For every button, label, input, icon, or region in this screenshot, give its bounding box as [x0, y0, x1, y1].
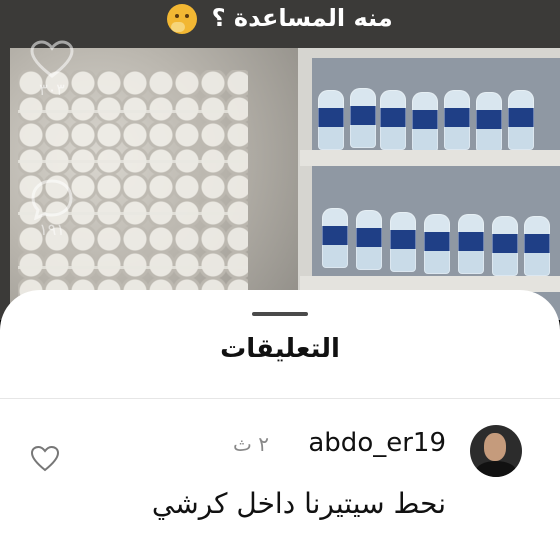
water-bottle: [412, 92, 438, 152]
comment-timestamp: ٢ ث: [233, 432, 269, 456]
comments-sheet: التعليقات abdo_er19 ٢ ث نحط سيتيرنا داخل…: [0, 290, 560, 560]
water-bottle: [356, 210, 382, 270]
water-bottle: [444, 90, 470, 150]
divider: [0, 398, 560, 399]
water-bottle: [476, 92, 502, 152]
comment-username[interactable]: abdo_er19: [308, 428, 446, 458]
shelf-line: [18, 160, 248, 163]
avatar[interactable]: [470, 425, 522, 477]
water-bottle: [322, 208, 348, 268]
water-bottle: [508, 90, 534, 150]
avatar-face: [484, 433, 506, 461]
comment-text: نحط سيتيرنا داخل كرشي: [151, 487, 446, 520]
door-shelf: [300, 150, 560, 166]
avatar-body: [476, 461, 516, 477]
comment-action[interactable]: ١٩١: [26, 178, 78, 239]
thinking-face-icon: [167, 4, 198, 34]
water-bottle: [380, 90, 406, 150]
shelf-line: [18, 110, 248, 113]
water-bottle: [424, 214, 450, 274]
water-bottle: [492, 216, 518, 276]
like-count: ٣٠٣: [39, 80, 65, 99]
water-bottle: [350, 88, 376, 148]
video-caption: منه المساعدة ؟: [0, 4, 560, 34]
shelf-line: [18, 266, 248, 269]
comment-heart-icon[interactable]: [30, 444, 60, 474]
water-bottle: [318, 90, 344, 150]
water-bottle: [524, 216, 550, 276]
comment-count: ١٩١: [39, 220, 65, 239]
video-caption-text: منه المساعدة ؟: [211, 4, 393, 32]
comment-bubble-icon: [31, 179, 73, 220]
water-bottle: [390, 212, 416, 272]
comments-title: التعليقات: [220, 334, 340, 364]
video-background[interactable]: منه المساعدة ؟ ٣٠٣ ١٩١: [0, 0, 560, 320]
like-action[interactable]: ٣٠٣: [26, 40, 78, 99]
drag-handle[interactable]: [252, 312, 308, 316]
water-bottle: [458, 214, 484, 274]
heart-icon: [30, 40, 74, 78]
